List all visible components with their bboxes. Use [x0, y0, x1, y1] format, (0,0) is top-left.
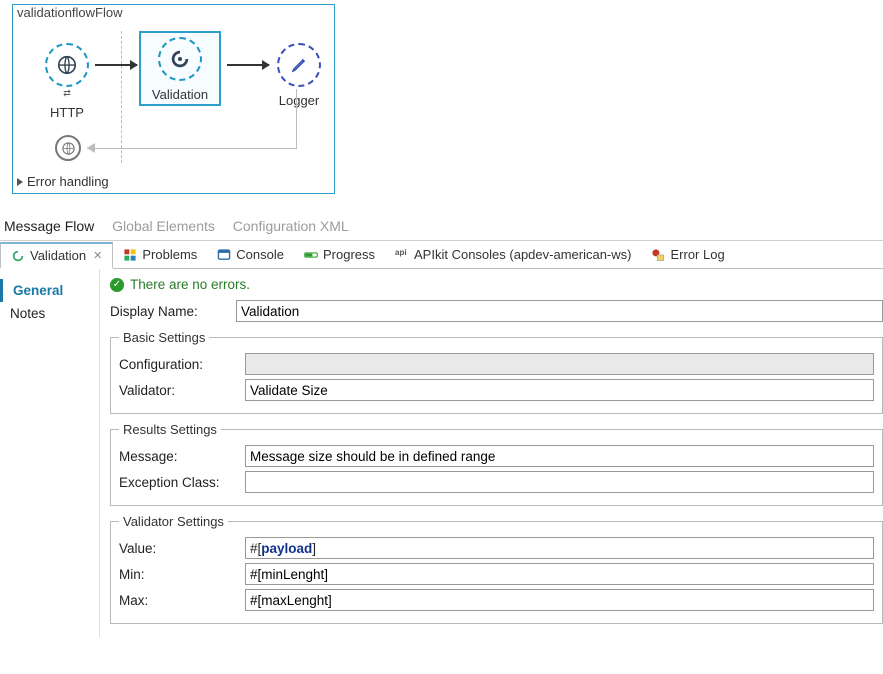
validation-icon	[11, 249, 25, 263]
progress-icon	[304, 248, 318, 262]
globe-icon	[55, 135, 81, 161]
node-label: HTTP	[37, 105, 97, 120]
max-label: Max:	[119, 593, 245, 608]
panel-tab-console[interactable]: Console	[207, 241, 294, 268]
panel-tab-apikit[interactable]: api APIkit Consoles (apdev-american-ws)	[385, 241, 641, 268]
validator-settings-group: Validator Settings Value: #[payload] Min…	[110, 514, 883, 624]
validation-icon	[158, 37, 202, 81]
flow-node-validation[interactable]: Validation	[139, 31, 221, 106]
panel-tab-error-log[interactable]: Error Log	[641, 241, 734, 268]
error-handling-toggle[interactable]: Error handling	[17, 174, 109, 189]
results-settings-legend: Results Settings	[119, 422, 221, 437]
configuration-input[interactable]	[245, 353, 874, 375]
properties-panel: General Notes ✓ There are no errors. Dis…	[0, 269, 883, 637]
flow-title: validationflowFlow	[17, 5, 123, 20]
flow-node-logger[interactable]: Logger	[271, 43, 327, 108]
error-handling-label: Error handling	[27, 174, 109, 189]
tab-configuration-xml[interactable]: Configuration XML	[233, 218, 349, 234]
value-input[interactable]: #[payload]	[245, 537, 874, 559]
validator-label: Validator:	[119, 383, 245, 398]
message-input[interactable]	[245, 445, 874, 467]
pencil-icon	[277, 43, 321, 87]
exception-class-input[interactable]	[245, 471, 874, 493]
message-row: Message:	[119, 445, 874, 467]
display-name-label: Display Name:	[110, 304, 236, 319]
problems-icon	[123, 248, 137, 262]
validator-row: Validator:	[119, 379, 874, 401]
tab-label: Problems	[142, 247, 197, 262]
display-name-row: Display Name:	[110, 300, 883, 322]
panel-tab-progress[interactable]: Progress	[294, 241, 385, 268]
results-settings-group: Results Settings Message: Exception Clas…	[110, 422, 883, 506]
validator-input[interactable]	[245, 379, 874, 401]
triangle-right-icon	[17, 178, 23, 186]
message-label: Message:	[119, 449, 245, 464]
close-icon[interactable]: ✕	[93, 249, 102, 262]
tab-label: Validation	[30, 248, 86, 263]
display-name-input[interactable]	[236, 300, 883, 322]
tab-label: Error Log	[670, 247, 724, 262]
status-row: ✓ There are no errors.	[110, 277, 883, 292]
max-input[interactable]	[245, 589, 874, 611]
tab-label: APIkit Consoles (apdev-american-ws)	[414, 247, 631, 262]
check-icon: ✓	[110, 278, 124, 292]
properties-side-tabs: General Notes	[0, 269, 100, 637]
min-row: Min:	[119, 563, 874, 585]
api-icon: api	[395, 248, 409, 262]
flow-separator	[121, 31, 122, 163]
panel-tab-problems[interactable]: Problems	[113, 241, 207, 268]
basic-settings-group: Basic Settings Configuration: Validator:	[110, 330, 883, 414]
flow-box[interactable]: validationflowFlow ⇄ HTTP Validation	[12, 4, 335, 194]
configuration-row: Configuration:	[119, 353, 874, 375]
flow-node-http[interactable]: ⇄ HTTP	[37, 43, 97, 120]
panel-tabs: Validation ✕ Problems Console Progress a…	[0, 241, 883, 269]
basic-settings-legend: Basic Settings	[119, 330, 209, 345]
flow-return-line	[296, 89, 297, 149]
node-label: Validation	[147, 87, 213, 102]
panel-tab-validation[interactable]: Validation ✕	[0, 242, 113, 269]
flow-arrow	[95, 64, 137, 66]
console-icon	[217, 248, 231, 262]
configuration-label: Configuration:	[119, 357, 245, 372]
tab-global-elements[interactable]: Global Elements	[112, 218, 215, 234]
value-label: Value:	[119, 541, 245, 556]
properties-form: ✓ There are no errors. Display Name: Bas…	[100, 269, 883, 637]
flow-canvas: validationflowFlow ⇄ HTTP Validation	[0, 0, 883, 200]
max-row: Max:	[119, 589, 874, 611]
validator-settings-legend: Validator Settings	[119, 514, 228, 529]
globe-icon	[45, 43, 89, 87]
side-tab-general[interactable]: General	[0, 279, 99, 302]
min-label: Min:	[119, 567, 245, 582]
tab-label: Progress	[323, 247, 375, 262]
status-text: There are no errors.	[130, 277, 250, 292]
flow-arrow	[227, 64, 269, 66]
exception-class-row: Exception Class:	[119, 471, 874, 493]
tab-label: Console	[236, 247, 284, 262]
side-tab-notes[interactable]: Notes	[0, 302, 99, 325]
tab-message-flow[interactable]: Message Flow	[4, 218, 94, 234]
flow-return-line	[87, 148, 297, 149]
exception-class-label: Exception Class:	[119, 475, 245, 490]
error-log-icon	[651, 248, 665, 262]
editor-tabs: Message Flow Global Elements Configurati…	[4, 218, 883, 234]
min-input[interactable]	[245, 563, 874, 585]
arrow-left-icon	[87, 143, 95, 153]
value-row: Value: #[payload]	[119, 537, 874, 559]
node-label: Logger	[271, 93, 327, 108]
